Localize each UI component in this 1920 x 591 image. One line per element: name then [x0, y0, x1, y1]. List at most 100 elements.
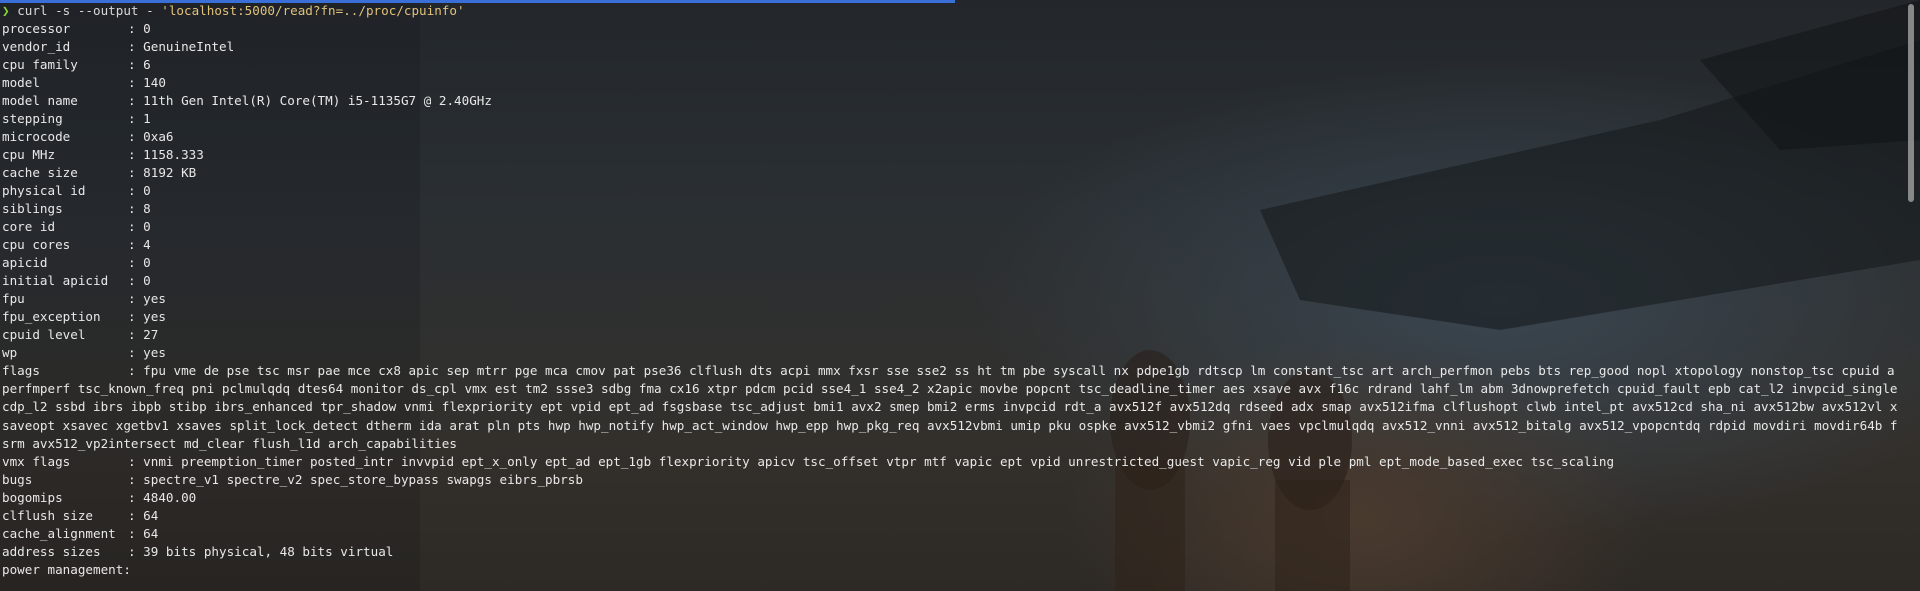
- cpuinfo-row: cpu cores: 4: [2, 236, 1892, 254]
- cpuinfo-row: microcode: 0xa6: [2, 128, 1892, 146]
- cpuinfo-separator: :: [128, 472, 144, 488]
- cpuinfo-row: cpuid level: 27: [2, 326, 1892, 344]
- cpuinfo-key: microcode: [2, 129, 71, 144]
- cpuinfo-value: 0xa6: [143, 129, 174, 144]
- cpuinfo-row: stepping: 1: [2, 110, 1892, 128]
- cpuinfo-row: vmx flags: vnmi preemption_timer posted_…: [2, 453, 1892, 471]
- cpuinfo-separator: :: [128, 21, 144, 36]
- cpuinfo-separator: :: [128, 165, 144, 180]
- cpuinfo-row: processor: 0: [2, 20, 1892, 38]
- cpuinfo-row: address sizes: 39 bits physical, 48 bits…: [2, 543, 1892, 561]
- cpuinfo-value: 39 bits physical, 48 bits virtual: [143, 544, 394, 560]
- cpuinfo-key: stepping: [2, 111, 63, 126]
- cpuinfo-separator: :: [128, 201, 144, 216]
- cpuinfo-separator: :: [128, 93, 144, 108]
- cpuinfo-key: processor: [2, 21, 71, 36]
- cpuinfo-value: GenuineIntel: [143, 39, 235, 54]
- flags-text: flags: fpu vme de pse tsc msr pae mce cx…: [2, 362, 1898, 453]
- cpuinfo-value: 64: [143, 508, 159, 524]
- cpuinfo-separator: :: [128, 345, 144, 360]
- cpuinfo-separator: :: [128, 309, 144, 324]
- power-management-colon: :: [123, 562, 131, 578]
- cpuinfo-separator: :: [128, 183, 144, 198]
- cpuinfo-key: initial apicid: [2, 273, 109, 288]
- cpuinfo-tail-list: vmx flags: vnmi preemption_timer posted_…: [2, 453, 1892, 561]
- flags-value: fpu vme de pse tsc msr pae mce cx8 apic …: [2, 363, 1898, 451]
- cpuinfo-separator: :: [128, 490, 144, 506]
- cpuinfo-key: fpu_exception: [2, 309, 101, 324]
- cpuinfo-row: wp: yes: [2, 344, 1892, 362]
- cpuinfo-row: model: 140: [2, 74, 1892, 92]
- cpuinfo-value: yes: [143, 291, 166, 306]
- scrollbar[interactable]: [1908, 4, 1914, 202]
- cpuinfo-row: physical id: 0: [2, 182, 1892, 200]
- cpuinfo-row: fpu: yes: [2, 290, 1892, 308]
- cpuinfo-value: 8: [143, 201, 151, 216]
- cpuinfo-separator: :: [128, 219, 144, 234]
- cpuinfo-row: core id: 0: [2, 218, 1892, 236]
- cpuinfo-key: model name: [2, 93, 78, 108]
- terminal-window[interactable]: ❯ curl -s --output - 'localhost:5000/rea…: [0, 0, 1920, 591]
- cpuinfo-key: vmx flags: [2, 454, 71, 470]
- cpuinfo-key: cpu cores: [2, 237, 71, 252]
- cpuinfo-separator: :: [128, 147, 144, 162]
- cpuinfo-value: 0: [143, 273, 151, 288]
- cpuinfo-key: model: [2, 75, 40, 90]
- cpuinfo-separator: :: [128, 327, 144, 342]
- flags-key: flags: [2, 363, 40, 378]
- command-argument: 'localhost:5000/read?fn=../proc/cpuinfo': [161, 3, 465, 18]
- prompt-symbol: ❯: [2, 3, 10, 18]
- cpuinfo-separator: :: [128, 39, 144, 54]
- cpuinfo-row: cache size: 8192 KB: [2, 164, 1892, 182]
- cpuinfo-separator: :: [128, 526, 144, 542]
- cpuinfo-row: fpu_exception: yes: [2, 308, 1892, 326]
- cpuinfo-separator: :: [128, 454, 144, 470]
- cpuinfo-key: cpuid level: [2, 327, 86, 342]
- terminal-output: ❯ curl -s --output - 'localhost:5000/rea…: [2, 2, 1898, 579]
- cpuinfo-key: apicid: [2, 255, 48, 270]
- cpuinfo-key: bugs: [2, 472, 33, 488]
- cpuinfo-value: yes: [143, 309, 166, 324]
- cpuinfo-value: yes: [143, 345, 166, 360]
- cpuinfo-key: fpu: [2, 291, 25, 306]
- cpuinfo-key: bogomips: [2, 490, 63, 506]
- cpuinfo-value: 6: [143, 57, 151, 72]
- cpuinfo-row: bugs: spectre_v1 spectre_v2 spec_store_b…: [2, 471, 1892, 489]
- cpuinfo-value: 4: [143, 237, 151, 252]
- cpuinfo-list: processor: 0 vendor_id: GenuineIntel cpu f…: [2, 20, 1892, 362]
- cpuinfo-row: vendor_id: GenuineIntel: [2, 38, 1892, 56]
- cpuinfo-separator: :: [128, 291, 144, 306]
- cpuinfo-value: 27: [143, 327, 159, 342]
- cpuinfo-separator: :: [128, 273, 144, 288]
- cpuinfo-separator: :: [128, 544, 144, 560]
- cpuinfo-separator: :: [128, 111, 144, 126]
- cpuinfo-key: cpu MHz: [2, 147, 56, 162]
- flags-line: flags: fpu vme de pse tsc msr pae mce cx…: [2, 362, 1898, 453]
- command-line: ❯ curl -s --output - 'localhost:5000/rea…: [2, 2, 1892, 20]
- cpuinfo-value: 8192 KB: [143, 165, 197, 180]
- cpuinfo-separator: :: [128, 57, 144, 72]
- cpuinfo-value: 64: [143, 526, 159, 542]
- cpuinfo-key: cache size: [2, 165, 78, 180]
- cpuinfo-separator: :: [128, 75, 144, 90]
- cpuinfo-row: cpu family: 6: [2, 56, 1892, 74]
- cpuinfo-key: cpu family: [2, 57, 78, 72]
- cpuinfo-row: bogomips: 4840.00: [2, 489, 1892, 507]
- cpuinfo-separator: :: [128, 129, 144, 144]
- cpuinfo-row: initial apicid: 0: [2, 272, 1892, 290]
- cpuinfo-separator: :: [128, 255, 144, 270]
- cpuinfo-key: address sizes: [2, 544, 101, 560]
- cpuinfo-separator: :: [128, 508, 144, 524]
- cpuinfo-key: physical id: [2, 183, 86, 198]
- cpuinfo-value: 1158.333: [143, 147, 204, 162]
- cpuinfo-row: siblings: 8: [2, 200, 1892, 218]
- cpuinfo-row: apicid: 0: [2, 254, 1892, 272]
- cpuinfo-value: 11th Gen Intel(R) Core(TM) i5-1135G7 @ 2…: [143, 93, 492, 108]
- cpuinfo-value: 0: [143, 255, 151, 270]
- cpuinfo-key: siblings: [2, 201, 63, 216]
- cpuinfo-value: 1: [143, 111, 151, 126]
- cpuinfo-row: cache_alignment: 64: [2, 525, 1892, 543]
- cpuinfo-value: 4840.00: [143, 490, 197, 506]
- command-text: curl -s --output -: [17, 3, 162, 18]
- cpuinfo-key: core id: [2, 219, 56, 234]
